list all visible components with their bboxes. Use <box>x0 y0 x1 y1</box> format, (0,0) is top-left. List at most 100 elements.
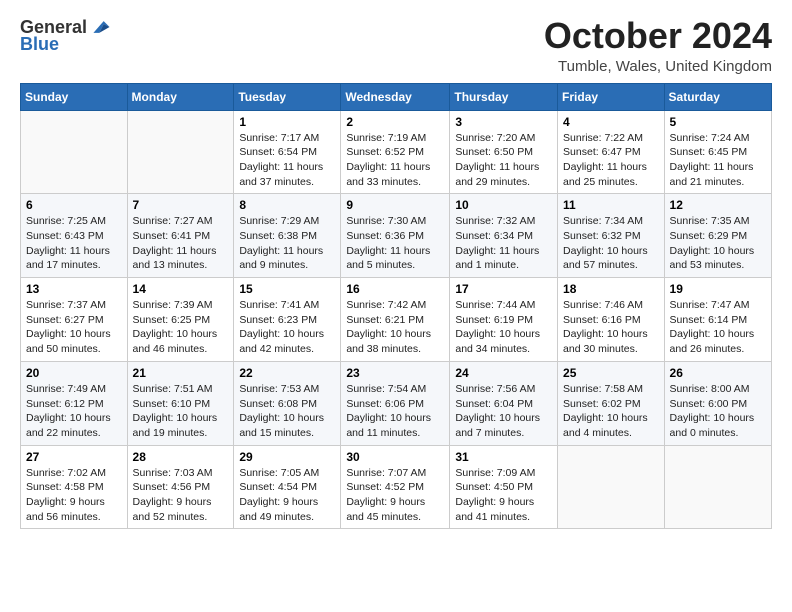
calendar-cell: 28 Sunrise: 7:03 AMSunset: 4:56 PMDayligh… <box>127 445 234 529</box>
calendar-cell: 7Sunrise: 7:27 AMSunset: 6:41 PMDaylight… <box>127 194 234 278</box>
day-info: Sunrise: 7:37 AMSunset: 6:27 PMDaylight:… <box>26 298 122 357</box>
logo: General Blue <box>20 16 111 55</box>
month-title: October 2024 <box>544 16 772 56</box>
day-number: 30 <box>346 450 444 464</box>
day-info: Sunrise: 8:00 AMSunset: 6:00 PMDaylight:… <box>670 382 766 441</box>
day-number: 24 <box>455 366 552 380</box>
calendar-header-row: SundayMondayTuesdayWednesdayThursdayFrid… <box>21 83 772 110</box>
day-number: 22 <box>239 366 335 380</box>
day-number: 1 <box>239 115 335 129</box>
day-number: 12 <box>670 198 766 212</box>
calendar-cell: 21 Sunrise: 7:51 AMSunset: 6:10 PMDayligh… <box>127 361 234 445</box>
calendar-week-3: 20 Sunrise: 7:49 AMSunset: 6:12 PMDayligh… <box>21 361 772 445</box>
calendar-cell: 22 Sunrise: 7:53 AMSunset: 6:08 PMDayligh… <box>234 361 341 445</box>
calendar-cell: 8Sunrise: 7:29 AMSunset: 6:38 PMDaylight… <box>234 194 341 278</box>
day-info: Sunrise: 7:42 AMSunset: 6:21 PMDaylight:… <box>346 298 444 357</box>
day-info: Sunrise: 7:03 AMSunset: 4:56 PMDaylight:… <box>133 466 229 525</box>
day-number: 5 <box>670 115 766 129</box>
calendar-cell: 5 Sunrise: 7:24 AMSunset: 6:45 PMDaylight… <box>664 110 771 194</box>
day-info: Sunrise: 7:19 AMSunset: 6:52 PMDaylight:… <box>346 131 444 190</box>
day-info: Sunrise: 7:32 AMSunset: 6:34 PMDaylight:… <box>455 214 552 273</box>
col-header-saturday: Saturday <box>664 83 771 110</box>
day-number: 17 <box>455 282 552 296</box>
calendar-cell: 13 Sunrise: 7:37 AMSunset: 6:27 PMDayligh… <box>21 278 128 362</box>
day-info: Sunrise: 7:24 AMSunset: 6:45 PMDaylight:… <box>670 131 766 190</box>
day-number: 29 <box>239 450 335 464</box>
day-info: Sunrise: 7:30 AMSunset: 6:36 PMDaylight:… <box>346 214 444 273</box>
calendar-cell: 18Sunrise: 7:46 AMSunset: 6:16 PMDayligh… <box>558 278 665 362</box>
day-number: 19 <box>670 282 766 296</box>
col-header-wednesday: Wednesday <box>341 83 450 110</box>
day-number: 21 <box>133 366 229 380</box>
day-info: Sunrise: 7:49 AMSunset: 6:12 PMDaylight:… <box>26 382 122 441</box>
calendar-cell: 20 Sunrise: 7:49 AMSunset: 6:12 PMDayligh… <box>21 361 128 445</box>
day-number: 10 <box>455 198 552 212</box>
calendar-week-1: 6Sunrise: 7:25 AMSunset: 6:43 PMDaylight… <box>21 194 772 278</box>
calendar-cell: 30 Sunrise: 7:07 AMSunset: 4:52 PMDayligh… <box>341 445 450 529</box>
calendar-cell <box>664 445 771 529</box>
day-info: Sunrise: 7:44 AMSunset: 6:19 PMDaylight:… <box>455 298 552 357</box>
location: Tumble, Wales, United Kingdom <box>544 58 772 75</box>
calendar-cell: 9Sunrise: 7:30 AMSunset: 6:36 PMDaylight… <box>341 194 450 278</box>
col-header-friday: Friday <box>558 83 665 110</box>
day-info: Sunrise: 7:54 AMSunset: 6:06 PMDaylight:… <box>346 382 444 441</box>
day-number: 31 <box>455 450 552 464</box>
day-info: Sunrise: 7:53 AMSunset: 6:08 PMDaylight:… <box>239 382 335 441</box>
day-number: 28 <box>133 450 229 464</box>
day-info: Sunrise: 7:07 AMSunset: 4:52 PMDaylight:… <box>346 466 444 525</box>
day-number: 15 <box>239 282 335 296</box>
header: General Blue October 2024 Tumble, Wales,… <box>20 16 772 75</box>
calendar-table: SundayMondayTuesdayWednesdayThursdayFrid… <box>20 83 772 530</box>
day-info: Sunrise: 7:47 AMSunset: 6:14 PMDaylight:… <box>670 298 766 357</box>
day-info: Sunrise: 7:17 AMSunset: 6:54 PMDaylight:… <box>239 131 335 190</box>
day-info: Sunrise: 7:05 AMSunset: 4:54 PMDaylight:… <box>239 466 335 525</box>
calendar-cell: 19 Sunrise: 7:47 AMSunset: 6:14 PMDayligh… <box>664 278 771 362</box>
day-info: Sunrise: 7:02 AMSunset: 4:58 PMDaylight:… <box>26 466 122 525</box>
day-info: Sunrise: 7:39 AMSunset: 6:25 PMDaylight:… <box>133 298 229 357</box>
day-info: Sunrise: 7:41 AMSunset: 6:23 PMDaylight:… <box>239 298 335 357</box>
calendar-cell <box>21 110 128 194</box>
calendar-cell: 31 Sunrise: 7:09 AMSunset: 4:50 PMDayligh… <box>450 445 558 529</box>
day-number: 25 <box>563 366 659 380</box>
calendar-cell: 26 Sunrise: 8:00 AMSunset: 6:00 PMDayligh… <box>664 361 771 445</box>
title-block: October 2024 Tumble, Wales, United Kingd… <box>544 16 772 75</box>
day-info: Sunrise: 7:20 AMSunset: 6:50 PMDaylight:… <box>455 131 552 190</box>
day-number: 26 <box>670 366 766 380</box>
calendar-cell: 11Sunrise: 7:34 AMSunset: 6:32 PMDayligh… <box>558 194 665 278</box>
calendar-cell: 29 Sunrise: 7:05 AMSunset: 4:54 PMDayligh… <box>234 445 341 529</box>
day-number: 11 <box>563 198 659 212</box>
day-number: 14 <box>133 282 229 296</box>
col-header-tuesday: Tuesday <box>234 83 341 110</box>
calendar-cell: 24 Sunrise: 7:56 AMSunset: 6:04 PMDayligh… <box>450 361 558 445</box>
calendar-cell: 12 Sunrise: 7:35 AMSunset: 6:29 PMDayligh… <box>664 194 771 278</box>
day-info: Sunrise: 7:35 AMSunset: 6:29 PMDaylight:… <box>670 214 766 273</box>
day-info: Sunrise: 7:09 AMSunset: 4:50 PMDaylight:… <box>455 466 552 525</box>
calendar-cell: 2 Sunrise: 7:19 AMSunset: 6:52 PMDaylight… <box>341 110 450 194</box>
page: General Blue October 2024 Tumble, Wales,… <box>0 0 792 612</box>
day-info: Sunrise: 7:51 AMSunset: 6:10 PMDaylight:… <box>133 382 229 441</box>
calendar-cell: 4Sunrise: 7:22 AMSunset: 6:47 PMDaylight… <box>558 110 665 194</box>
logo-icon <box>89 16 111 38</box>
day-info: Sunrise: 7:56 AMSunset: 6:04 PMDaylight:… <box>455 382 552 441</box>
calendar-week-0: 1 Sunrise: 7:17 AMSunset: 6:54 PMDaylight… <box>21 110 772 194</box>
day-number: 27 <box>26 450 122 464</box>
calendar-cell: 25Sunrise: 7:58 AMSunset: 6:02 PMDayligh… <box>558 361 665 445</box>
day-number: 20 <box>26 366 122 380</box>
day-number: 2 <box>346 115 444 129</box>
col-header-thursday: Thursday <box>450 83 558 110</box>
day-number: 16 <box>346 282 444 296</box>
calendar-cell: 27 Sunrise: 7:02 AMSunset: 4:58 PMDayligh… <box>21 445 128 529</box>
day-number: 13 <box>26 282 122 296</box>
col-header-monday: Monday <box>127 83 234 110</box>
calendar-cell: 3 Sunrise: 7:20 AMSunset: 6:50 PMDaylight… <box>450 110 558 194</box>
calendar-cell <box>558 445 665 529</box>
calendar-cell: 23 Sunrise: 7:54 AMSunset: 6:06 PMDayligh… <box>341 361 450 445</box>
calendar-cell: 17 Sunrise: 7:44 AMSunset: 6:19 PMDayligh… <box>450 278 558 362</box>
calendar-cell: 1 Sunrise: 7:17 AMSunset: 6:54 PMDaylight… <box>234 110 341 194</box>
day-number: 7 <box>133 198 229 212</box>
day-number: 3 <box>455 115 552 129</box>
day-number: 23 <box>346 366 444 380</box>
day-info: Sunrise: 7:22 AMSunset: 6:47 PMDaylight:… <box>563 131 659 190</box>
calendar-cell <box>127 110 234 194</box>
day-info: Sunrise: 7:46 AMSunset: 6:16 PMDaylight:… <box>563 298 659 357</box>
